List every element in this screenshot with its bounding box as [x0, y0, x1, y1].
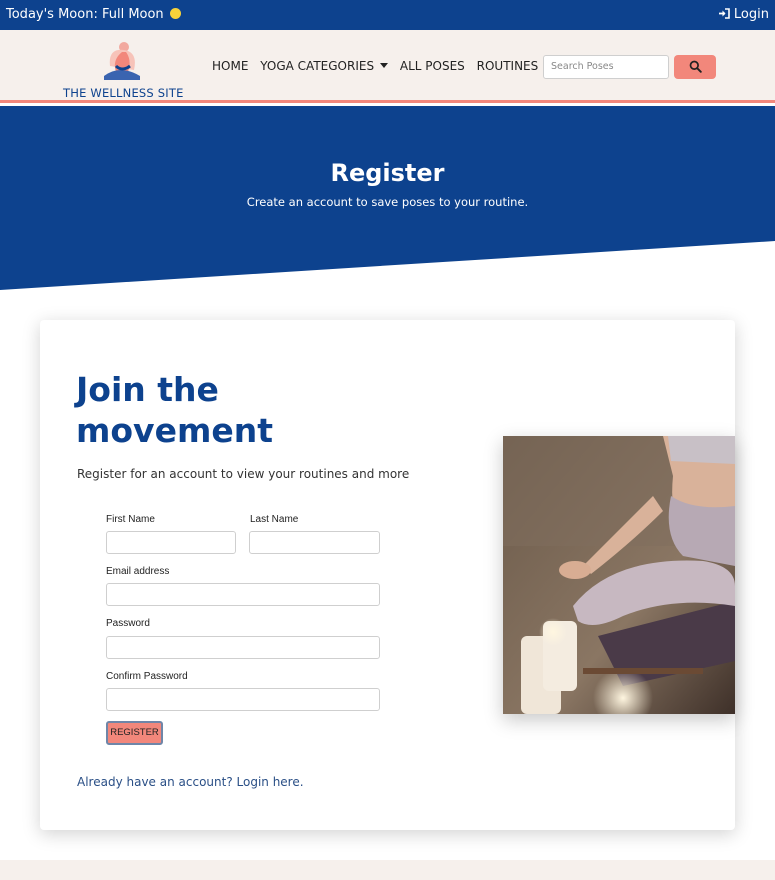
email-field[interactable] [106, 583, 380, 606]
logo-icon [104, 42, 140, 80]
register-intro: Register for an account to view your rou… [77, 467, 410, 481]
password-label: Password [106, 618, 150, 629]
login-icon [718, 8, 730, 19]
last-name-label: Last Name [250, 514, 299, 525]
nav-routines[interactable]: ROUTINES [477, 59, 539, 73]
moon-icon [169, 8, 181, 19]
brand-link[interactable]: THE WELLNESS SITE [60, 36, 185, 100]
first-name-field[interactable] [106, 531, 236, 554]
hero-banner: Register Create an account to save poses… [0, 106, 775, 291]
brand-name: THE WELLNESS SITE [63, 86, 184, 100]
page-subtitle: Create an account to save poses to your … [246, 195, 529, 209]
yoga-photo [503, 436, 735, 714]
search-input[interactable]: Search Poses [543, 55, 669, 79]
search-icon [689, 60, 702, 73]
email-label: Email address [106, 566, 170, 577]
nav-all-poses[interactable]: ALL POSES [400, 59, 465, 73]
first-name-label: First Name [106, 514, 155, 525]
login-here-link[interactable]: Already have an account? Login here. [77, 775, 304, 789]
register-button[interactable]: REGISTER [106, 721, 163, 745]
register-card: Join the movement Register for an accoun… [40, 320, 735, 830]
footer-strip [0, 860, 775, 880]
confirm-password-field[interactable] [106, 688, 380, 711]
last-name-field[interactable] [249, 531, 380, 554]
main-nav: HOME YOGA CATEGORIES ALL POSES ROUTINES [212, 59, 546, 73]
search-button[interactable] [674, 55, 716, 79]
moon-status-text: Today's Moon: Full Moon [6, 7, 164, 22]
caret-down-icon [380, 63, 389, 68]
nav-home[interactable]: HOME [212, 59, 248, 73]
register-heading: Join the movement [76, 370, 273, 450]
moon-status: Today's Moon: Full Moon [6, 7, 181, 22]
nav-yoga-categories-label: YOGA CATEGORIES [260, 59, 375, 73]
navbar: THE WELLNESS SITE HOME YOGA CATEGORIES A… [0, 30, 775, 103]
page-title: Register [330, 159, 445, 187]
login-link-label: Login [733, 7, 769, 22]
nav-yoga-categories[interactable]: YOGA CATEGORIES [260, 59, 389, 73]
search-placeholder: Search Poses [551, 61, 614, 72]
confirm-password-label: Confirm Password [106, 671, 188, 682]
login-link[interactable]: Login [718, 7, 769, 22]
password-field[interactable] [106, 636, 380, 659]
top-bar: Today's Moon: Full Moon Login [0, 0, 775, 30]
